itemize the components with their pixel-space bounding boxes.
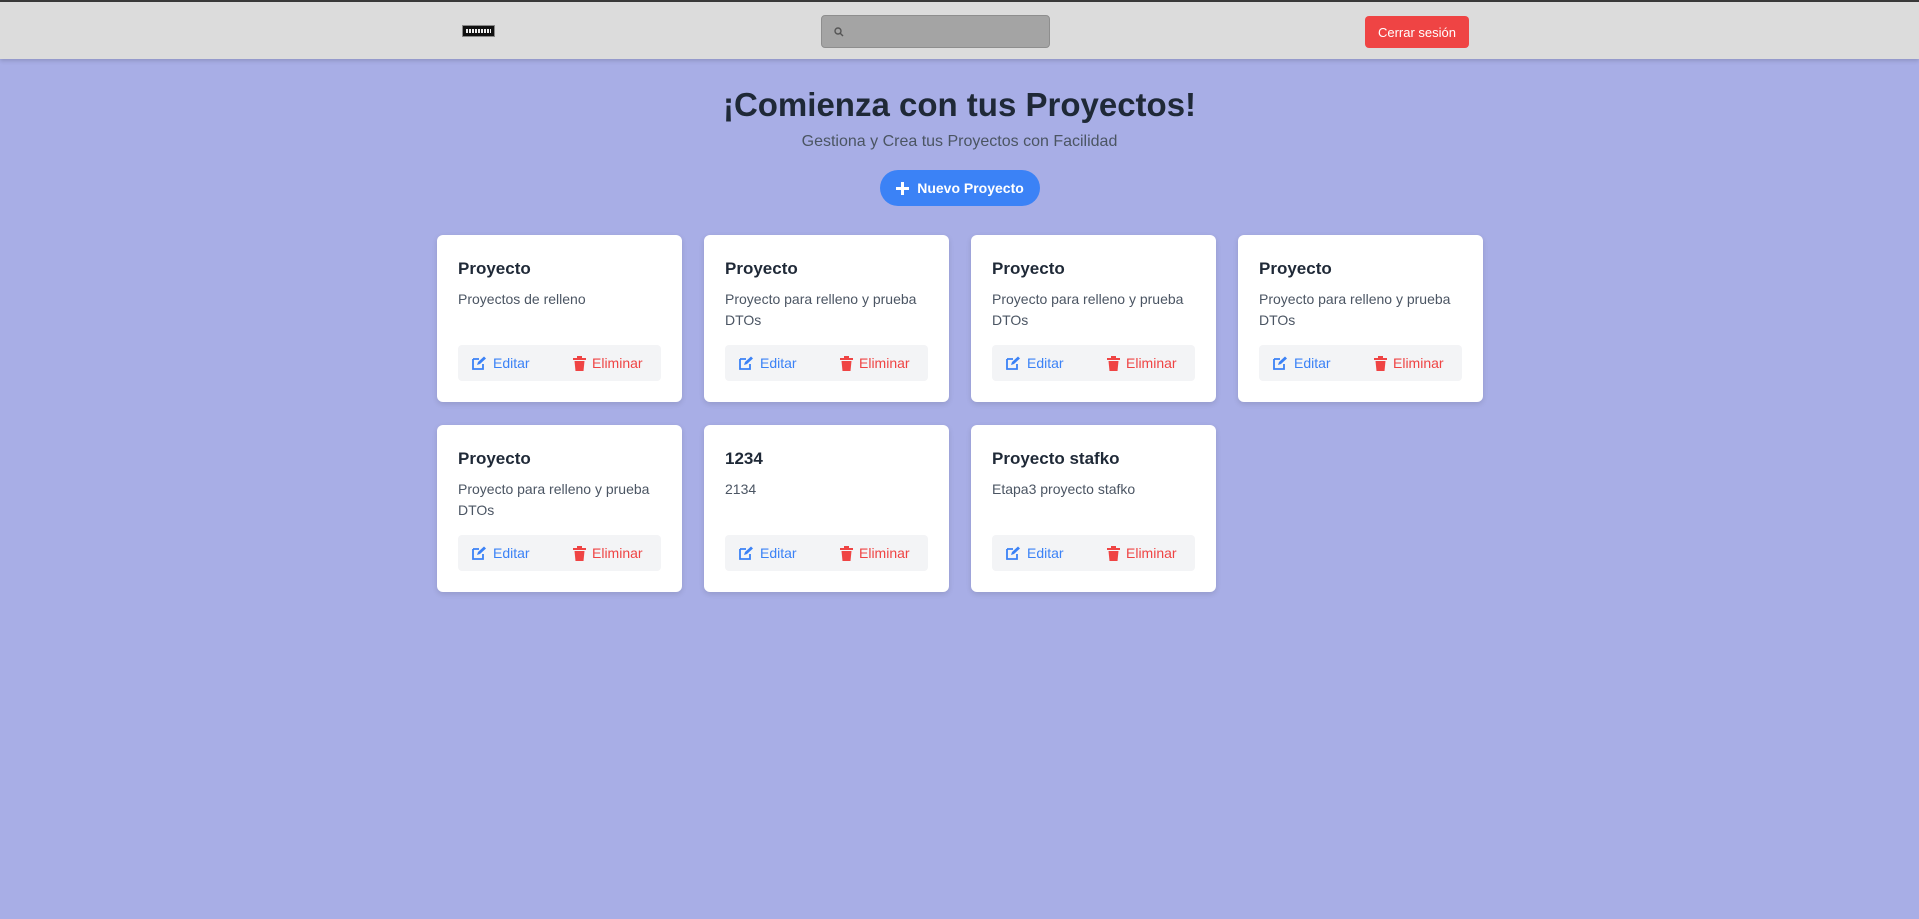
edit-button[interactable]: Editar — [1006, 345, 1064, 381]
edit-button[interactable]: Editar — [1273, 345, 1331, 381]
new-project-button[interactable]: Nuevo Proyecto — [880, 170, 1040, 206]
edit-icon — [739, 356, 753, 370]
project-actions: Editar Eliminar — [992, 535, 1195, 571]
edit-button[interactable]: Editar — [739, 345, 797, 381]
new-project-label: Nuevo Proyecto — [917, 180, 1024, 196]
app-logo[interactable] — [462, 25, 495, 37]
project-description: Proyecto para relleno y prueba DTOs — [1259, 291, 1451, 328]
page-subtitle: Gestiona y Crea tus Proyectos con Facili… — [801, 133, 1118, 150]
edit-icon — [1273, 356, 1287, 370]
project-card: Proyecto Proyecto para relleno y prueba … — [971, 235, 1216, 402]
project-description: Proyectos de relleno — [458, 291, 586, 307]
trash-icon — [1107, 355, 1120, 371]
trash-icon — [1374, 355, 1387, 371]
project-card: Proyecto stafko Etapa3 proyecto stafko E… — [971, 425, 1216, 592]
search-box[interactable] — [821, 15, 1050, 48]
delete-label: Eliminar — [859, 355, 910, 371]
project-card: Proyecto Proyectos de relleno Editar Eli… — [437, 235, 682, 402]
delete-button[interactable]: Eliminar — [573, 345, 643, 381]
trash-icon — [1107, 545, 1120, 561]
project-card: Proyecto Proyecto para relleno y prueba … — [437, 425, 682, 592]
edit-button[interactable]: Editar — [739, 535, 797, 571]
project-description: Proyecto para relleno y prueba DTOs — [725, 291, 917, 328]
edit-icon — [472, 546, 486, 560]
plus-icon — [896, 181, 910, 195]
project-card: Proyecto Proyecto para relleno y prueba … — [1238, 235, 1483, 402]
edit-button[interactable]: Editar — [472, 345, 530, 381]
delete-button[interactable]: Eliminar — [840, 345, 910, 381]
page-title: ¡Comienza con tus Proyectos! — [722, 86, 1197, 123]
delete-button[interactable]: Eliminar — [573, 535, 643, 571]
trash-icon — [573, 545, 586, 561]
delete-button[interactable]: Eliminar — [1107, 345, 1177, 381]
delete-label: Eliminar — [1393, 355, 1444, 371]
edit-icon — [1006, 356, 1020, 370]
edit-icon — [472, 356, 486, 370]
trash-icon — [840, 355, 853, 371]
edit-label: Editar — [1027, 355, 1064, 371]
edit-icon — [1006, 546, 1020, 560]
project-card: 1234 2134 Editar Eliminar — [704, 425, 949, 592]
project-description: 2134 — [725, 481, 757, 497]
logout-button[interactable]: Cerrar sesión — [1365, 16, 1469, 48]
project-title: Proyecto — [458, 449, 531, 468]
project-actions: Editar Eliminar — [458, 535, 661, 571]
edit-label: Editar — [493, 355, 530, 371]
edit-label: Editar — [760, 545, 797, 561]
project-title: Proyecto — [1259, 259, 1332, 278]
project-title: Proyecto — [458, 259, 531, 278]
trash-icon — [573, 355, 586, 371]
delete-button[interactable]: Eliminar — [1107, 535, 1177, 571]
delete-label: Eliminar — [859, 545, 910, 561]
project-card: Proyecto Proyecto para relleno y prueba … — [704, 235, 949, 402]
edit-label: Editar — [760, 355, 797, 371]
delete-button[interactable]: Eliminar — [840, 535, 910, 571]
project-actions: Editar Eliminar — [1259, 345, 1462, 381]
project-actions: Editar Eliminar — [725, 345, 928, 381]
search-icon — [834, 26, 844, 36]
delete-button[interactable]: Eliminar — [1374, 345, 1444, 381]
project-description: Proyecto para relleno y prueba DTOs — [992, 291, 1184, 328]
project-title: Proyecto — [992, 259, 1065, 278]
delete-label: Eliminar — [592, 355, 643, 371]
project-actions: Editar Eliminar — [458, 345, 661, 381]
edit-label: Editar — [493, 545, 530, 561]
project-description: Etapa3 proyecto stafko — [992, 481, 1136, 497]
edit-label: Editar — [1294, 355, 1331, 371]
delete-label: Eliminar — [1126, 545, 1177, 561]
edit-button[interactable]: Editar — [472, 535, 530, 571]
delete-label: Eliminar — [1126, 355, 1177, 371]
edit-icon — [739, 546, 753, 560]
project-actions: Editar Eliminar — [725, 535, 928, 571]
delete-label: Eliminar — [592, 545, 643, 561]
trash-icon — [840, 545, 853, 561]
project-description: Proyecto para relleno y prueba DTOs — [458, 481, 650, 518]
project-title: Proyecto stafko — [992, 449, 1120, 468]
top-navbar: Cerrar sesión — [0, 2, 1919, 59]
project-actions: Editar Eliminar — [992, 345, 1195, 381]
search-input[interactable] — [850, 24, 1040, 39]
edit-label: Editar — [1027, 545, 1064, 561]
project-title: Proyecto — [725, 259, 798, 278]
edit-button[interactable]: Editar — [1006, 535, 1064, 571]
project-title: 1234 — [725, 449, 763, 468]
